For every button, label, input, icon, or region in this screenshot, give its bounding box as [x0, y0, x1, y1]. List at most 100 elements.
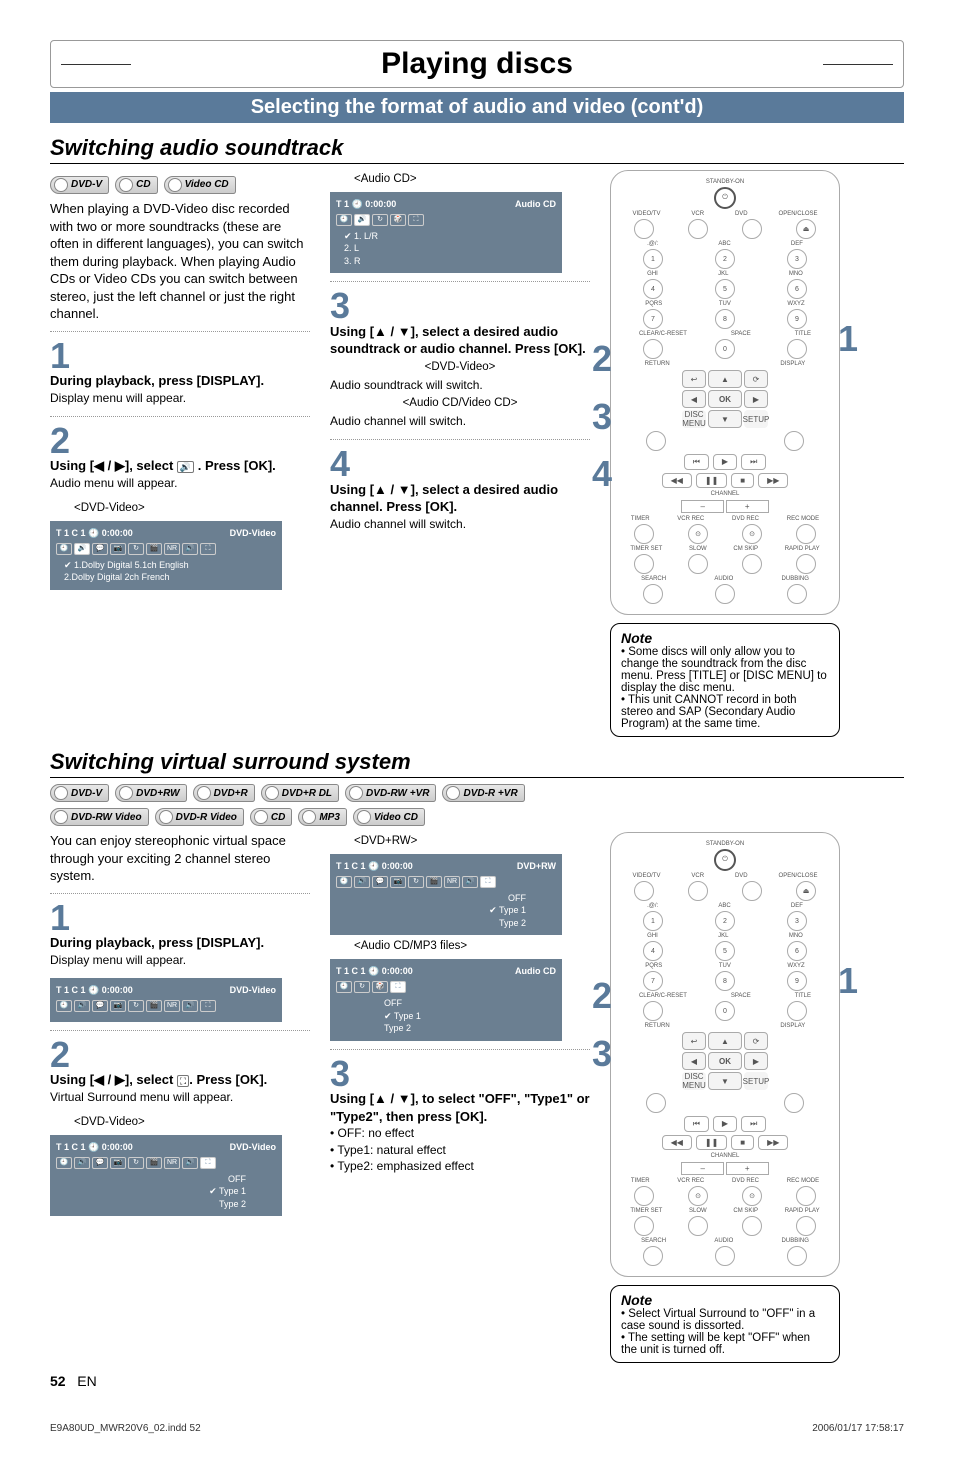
callout-4: 4 — [592, 445, 612, 503]
step2-sub: Audio menu will appear. — [50, 475, 310, 491]
rec-mode-button[interactable] — [796, 524, 816, 544]
up-button[interactable]: ▲ — [708, 370, 742, 388]
note-head: Note — [621, 630, 829, 646]
section-title: Selecting the format of audio and video … — [50, 92, 904, 123]
note-item: • This unit CANNOT record in both stereo… — [621, 694, 829, 730]
step3-head: Using [▲ / ▼], select a desired audio so… — [330, 324, 586, 357]
surround-select-icon: ⛶ — [177, 1075, 189, 1087]
right-button[interactable]: ▶ — [744, 390, 768, 408]
page-title: Playing discs — [50, 40, 904, 88]
badge-dvdv: DVD-V — [50, 176, 109, 194]
osd1-icons: 🕘🔊💬📷↻🎬NR🔊⛶ — [56, 543, 276, 555]
open-close-button[interactable]: ⏏ — [796, 219, 816, 239]
left-button[interactable]: ◀ — [682, 390, 706, 408]
audio-col-left: DVD-V CD Video CD When playing a DVD-Vid… — [50, 170, 310, 737]
badge-cd: CD — [115, 176, 157, 194]
step1-sub: Display menu will appear. — [50, 390, 310, 406]
down-button[interactable]: ▼ — [708, 410, 742, 428]
step3-sub2: Audio channel will switch. — [330, 413, 590, 429]
dvd-button[interactable] — [742, 219, 762, 239]
osd2-item2: 2. L — [336, 242, 556, 255]
channel-down-button[interactable]: – — [681, 500, 723, 513]
timer-button[interactable] — [634, 524, 654, 544]
divider — [50, 331, 310, 332]
lbl-return: RETURN — [645, 361, 670, 367]
play-button[interactable]: ▶ — [713, 454, 737, 470]
osd-surround-b: T 1 C 1 🕘 0:00:00DVD-Video 🕘🔊💬📷↻🎬NR🔊⛶ OF… — [50, 1135, 282, 1217]
slow-button[interactable] — [688, 554, 708, 574]
surround-step1: 1 During playback, press [DISPLAY]. Disp… — [50, 902, 310, 968]
rew-button[interactable]: ◀◀ — [662, 473, 692, 488]
step2-head-b: . Press [OK]. — [198, 458, 276, 473]
osd1-type: DVD-Video — [230, 527, 276, 539]
title-button[interactable] — [787, 339, 807, 359]
pause-button[interactable]: ❚❚ — [696, 473, 727, 488]
surround-badges-1: DVD-V DVD+RW DVD+R DVD+R DL DVD-RW +VR D… — [50, 784, 904, 802]
key-8[interactable]: 8 — [715, 309, 735, 329]
standby-button[interactable]: ⏻ — [714, 187, 736, 209]
key-4[interactable]: 4 — [643, 279, 663, 299]
channel-up-button[interactable]: + — [726, 500, 769, 513]
audio-note: Note • Some discs will only allow you to… — [610, 623, 840, 737]
cm-skip-button[interactable] — [742, 554, 762, 574]
key-1[interactable]: 1 — [643, 249, 663, 269]
remote-control-2: STANDBY-ON ⏻ VIDEO/TV VCR DVD OPEN/CLOSE… — [610, 832, 840, 1277]
display-button[interactable]: ⟳ — [744, 370, 768, 388]
audio-step4: 4 Using [▲ / ▼], select a desired audio … — [330, 448, 590, 532]
surround-badges-2: DVD-RW Video DVD-R Video CD MP3 Video CD — [50, 808, 904, 826]
audio-intro: When playing a DVD-Video disc recorded w… — [50, 200, 310, 323]
audio-col-right: 1 2 3 4 STANDBY-ON ⏻ VIDEO/TV VCR DVD OP… — [610, 170, 840, 737]
setup-button[interactable] — [784, 431, 804, 451]
step-number: 2 — [50, 425, 310, 457]
ok-button[interactable]: OK — [708, 390, 742, 408]
key-7[interactable]: 7 — [643, 309, 663, 329]
callouts-left: 2 3 4 — [592, 330, 612, 503]
key-6[interactable]: 6 — [787, 279, 807, 299]
key-3[interactable]: 3 — [787, 249, 807, 269]
disc-menu-button[interactable] — [646, 431, 666, 451]
remote-control: STANDBY-ON ⏻ VIDEO/TV VCR DVD OPEN/CLOSE… — [610, 170, 840, 615]
print-footer: E9A80UD_MWR20V6_02.indd 52 2006/01/17 17… — [50, 1423, 904, 1434]
osd-audio-cd: T 1 🕘 0:00:00Audio CD 🕘🔊↻🎲⛶ 1. L/R 2. L … — [330, 192, 562, 274]
callout-2: 2 — [592, 967, 612, 1025]
lbl-disc-menu: DISC MENU — [682, 410, 706, 428]
audio-button[interactable] — [715, 584, 735, 604]
audio-badges: DVD-V CD Video CD — [50, 176, 310, 194]
page: Playing discs Selecting the format of au… — [0, 0, 954, 1464]
foot-file: E9A80UD_MWR20V6_02.indd 52 — [50, 1423, 201, 1434]
osd-dvd-video: T 1 C 1 🕘 0:00:00DVD-Video 🕘🔊💬📷↻🎬NR🔊⛶ 1.… — [50, 521, 282, 590]
osd-surround-a: T 1 C 1 🕘 0:00:00DVD-Video 🕘🔊💬📷↻🎬NR🔊⛶ — [50, 978, 282, 1022]
vcr-button[interactable] — [688, 219, 708, 239]
step4-head: Using [▲ / ▼], select a desired audio ch… — [330, 482, 558, 515]
next-button[interactable]: ⏭ — [741, 454, 766, 470]
vcr-rec-button[interactable]: ⊙ — [688, 524, 708, 544]
dubbing-button[interactable] — [787, 584, 807, 604]
surround-col-right: 1 2 3 STANDBY-ON ⏻ VIDEO/TV VCR DVD OPEN… — [610, 832, 840, 1363]
clear-button[interactable] — [643, 339, 663, 359]
standby-button[interactable]: ⏻ — [714, 849, 736, 871]
rapid-play-button[interactable] — [796, 554, 816, 574]
osd2-type: Audio CD — [515, 198, 556, 210]
lbl-open: OPEN/CLOSE — [779, 211, 818, 217]
key-0[interactable]: 0 — [715, 339, 735, 359]
step-number: 1 — [50, 340, 310, 372]
timer-set-button[interactable] — [634, 554, 654, 574]
divider — [330, 281, 590, 282]
foot-time: 2006/01/17 17:58:17 — [812, 1423, 904, 1434]
ff-button[interactable]: ▶▶ — [758, 473, 788, 488]
search-button[interactable] — [643, 584, 663, 604]
surround-col-middle: <DVD+RW> T 1 C 1 🕘 0:00:00DVD+RW 🕘🔊💬📷↻🎬N… — [330, 832, 590, 1363]
key-9[interactable]: 9 — [787, 309, 807, 329]
key-2[interactable]: 2 — [715, 249, 735, 269]
surround-note: Note • Select Virtual Surround to "OFF" … — [610, 1285, 840, 1363]
key-5[interactable]: 5 — [715, 279, 735, 299]
osd2-item3: 3. R — [336, 255, 556, 268]
stop-button[interactable]: ■ — [731, 473, 754, 488]
dvd-rec-button[interactable]: ⊙ — [742, 524, 762, 544]
divider — [330, 439, 590, 440]
step3-cap1: <DVD-Video> — [330, 360, 590, 376]
lbl-display: DISPLAY — [780, 361, 805, 367]
prev-button[interactable]: ⏮ — [684, 454, 709, 470]
return-button[interactable]: ↩ — [682, 370, 706, 388]
video-tv-button[interactable] — [634, 219, 654, 239]
